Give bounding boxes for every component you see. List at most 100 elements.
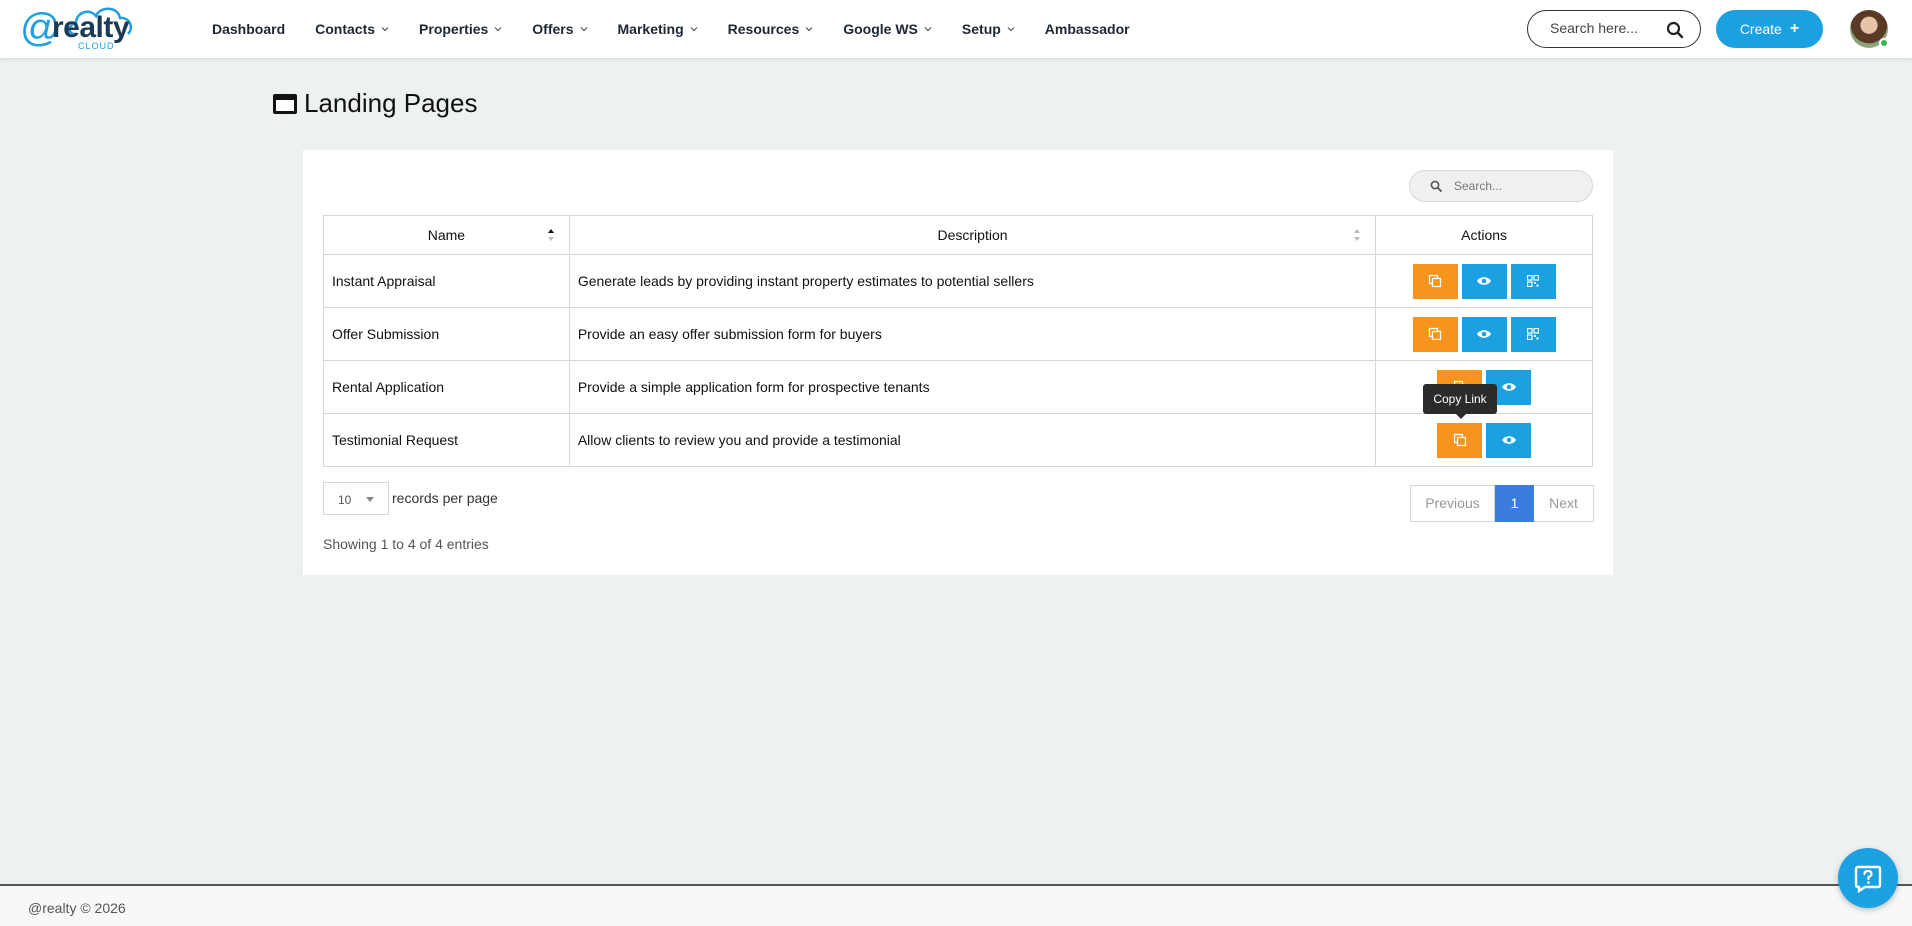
table-row: Instant Appraisal Generate leads by prov… (323, 254, 1593, 308)
qr-code-icon (1527, 328, 1540, 340)
nav-label: Setup (961, 21, 1001, 37)
row-description: Generate leads by providing instant prop… (568, 254, 1377, 308)
column-header-description[interactable]: Description (568, 215, 1377, 255)
chevron-down-icon (494, 27, 502, 32)
nav-label: Contacts (315, 21, 376, 37)
row-description: Provide a simple application form for pr… (568, 360, 1377, 414)
row-actions (1375, 254, 1593, 308)
nav-label: Dashboard (212, 21, 286, 37)
main-nav: Dashboard Contacts Properties Offers Mar… (212, 0, 1160, 58)
nav-label: Google WS (843, 21, 918, 37)
column-label: Name (427, 227, 466, 243)
table-header-row: Name Description Actions (323, 215, 1593, 255)
copy-link-button[interactable] (1412, 316, 1458, 352)
nav-label: Marketing (617, 21, 684, 37)
row-actions (1375, 307, 1593, 361)
column-label: Description (937, 227, 1008, 243)
row-description: Provide an easy offer submission form fo… (568, 307, 1377, 361)
page-title-text: Landing Pages (304, 88, 478, 118)
nav-properties[interactable]: Properties (419, 21, 502, 37)
sort-icon (1354, 229, 1361, 241)
pagination-next[interactable]: Next (1534, 485, 1594, 522)
search-icon (1430, 180, 1442, 192)
create-label: Create (1739, 21, 1782, 37)
page-size-select[interactable]: 10 (323, 482, 389, 515)
copy-link-button[interactable] (1437, 422, 1483, 458)
chevron-down-icon (1007, 27, 1015, 32)
footer: @realty © 2026 (0, 884, 1912, 926)
nav-resources[interactable]: Resources (728, 21, 814, 37)
pagination: Previous 1 Next (1410, 485, 1594, 522)
row-actions (1375, 413, 1593, 467)
logo-word: realty (52, 11, 130, 44)
nav-label: Ambassador (1044, 21, 1130, 37)
table-row: Offer Submission Provide an easy offer s… (323, 307, 1593, 361)
row-description: Allow clients to review you and provide … (568, 413, 1377, 467)
landing-pages-card: Name Description Actions Instant Apprais… (303, 150, 1613, 575)
caret-down-icon (366, 497, 374, 502)
plus-icon: + (1789, 20, 1800, 37)
nav-contacts[interactable]: Contacts (315, 21, 389, 37)
qr-code-icon (1527, 275, 1540, 287)
help-chat-button[interactable] (1838, 848, 1898, 908)
column-label: Actions (1461, 227, 1508, 243)
nav-ambassador[interactable]: Ambassador (1045, 21, 1130, 37)
copy-link-tooltip: Copy Link (1423, 384, 1497, 419)
table-search (1409, 170, 1593, 202)
row-name: Testimonial Request (323, 413, 570, 467)
row-name: Rental Application (323, 360, 570, 414)
chevron-down-icon (924, 27, 932, 32)
nav-setup[interactable]: Setup (962, 21, 1015, 37)
qr-code-button[interactable] (1510, 263, 1556, 299)
global-search-input[interactable] (1550, 20, 1660, 36)
eye-icon (1501, 383, 1516, 391)
page-title: Landing Pages (272, 88, 477, 119)
user-avatar[interactable] (1850, 10, 1889, 48)
top-navbar: @ realty CLOUD Dashboard Contacts Proper… (0, 0, 1912, 58)
copy-icon (1428, 274, 1442, 288)
chevron-down-icon (690, 27, 698, 32)
copy-icon (1453, 433, 1466, 447)
nav-label: Properties (419, 21, 489, 37)
realty-logo[interactable]: @ realty CLOUD (20, 4, 142, 54)
landing-pages-table: Name Description Actions Instant Apprais… (323, 215, 1593, 467)
chevron-down-icon (580, 27, 587, 32)
copy-link-button[interactable] (1412, 263, 1458, 299)
column-header-actions: Actions (1375, 215, 1593, 255)
column-header-name[interactable]: Name (323, 215, 570, 255)
row-name: Instant Appraisal (323, 254, 570, 308)
row-name: Offer Submission (323, 307, 570, 361)
create-button[interactable]: Create + (1716, 10, 1823, 48)
records-per-page-label: records per page (392, 490, 498, 506)
eye-icon (1477, 277, 1492, 285)
nav-google-ws[interactable]: Google WS (843, 21, 932, 37)
chevron-down-icon (805, 27, 813, 32)
nav-marketing[interactable]: Marketing (618, 21, 698, 37)
nav-dashboard[interactable]: Dashboard (212, 21, 285, 37)
nav-label: Offers (532, 21, 574, 37)
help-chat-icon (1854, 865, 1882, 893)
footer-copyright: @realty © 2026 (28, 900, 126, 916)
table-search-input[interactable] (1454, 179, 1584, 193)
view-button[interactable] (1486, 422, 1532, 458)
table-row: Rental Application Provide a simple appl… (323, 360, 1593, 414)
view-button[interactable] (1461, 263, 1507, 299)
pagination-previous[interactable]: Previous (1410, 485, 1495, 522)
nav-offers[interactable]: Offers (532, 21, 587, 37)
table-row: Testimonial Request Allow clients to rev… (323, 413, 1593, 467)
online-status-dot (1879, 38, 1889, 48)
global-search (1527, 10, 1701, 48)
eye-icon (1477, 330, 1492, 338)
entries-summary: Showing 1 to 4 of 4 entries (323, 536, 489, 552)
nav-label: Resources (727, 21, 800, 37)
search-icon[interactable] (1666, 21, 1684, 39)
eye-icon (1501, 436, 1516, 444)
logo-sub: CLOUD (78, 41, 115, 51)
page-size-value: 10 (338, 493, 352, 507)
qr-code-button[interactable] (1510, 316, 1556, 352)
chevron-down-icon (381, 27, 389, 32)
copy-icon (1428, 327, 1442, 341)
pagination-page-1[interactable]: 1 (1495, 485, 1534, 522)
view-button[interactable] (1461, 316, 1507, 352)
sort-ascending-icon (547, 229, 554, 241)
